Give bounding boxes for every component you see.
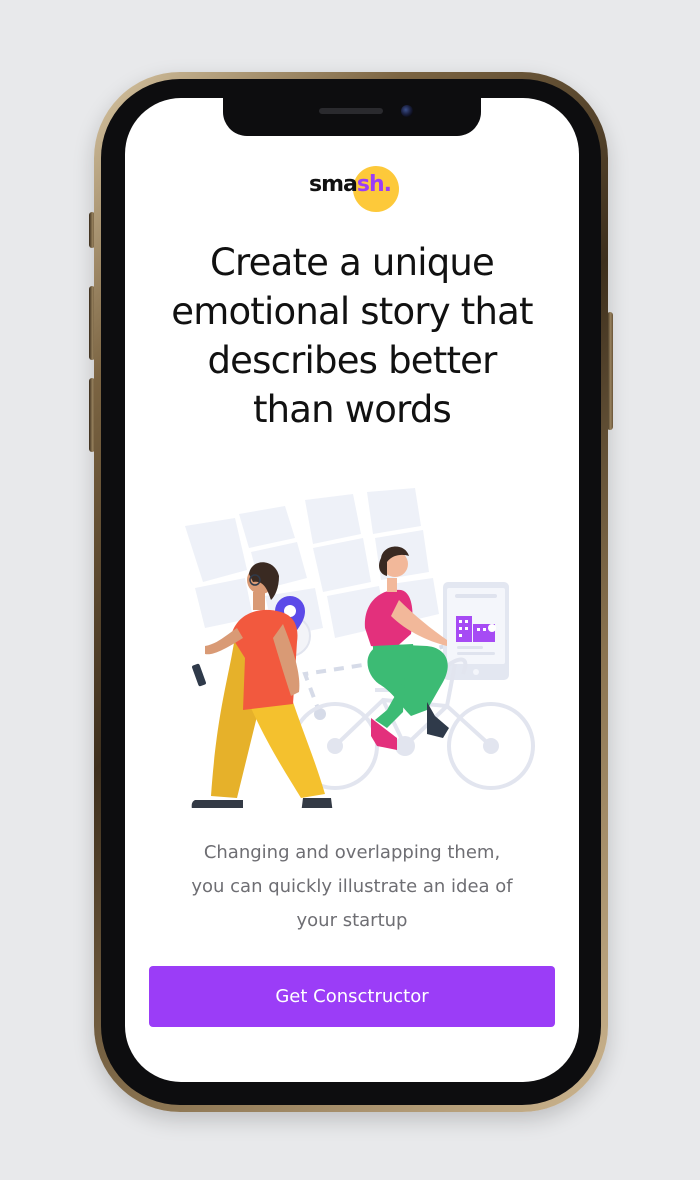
headline: Create a unique emotional story that des… (135, 238, 569, 434)
description-line: your startup (296, 910, 408, 931)
cyclist-woman (364, 546, 449, 750)
notch (223, 98, 481, 136)
hero-illustration (185, 488, 535, 808)
logo-text-accent: sh. (356, 172, 392, 197)
speaker-grille (319, 108, 383, 114)
logo: smash. (309, 166, 409, 214)
get-constructor-button[interactable]: Get Consctructor (149, 966, 555, 1027)
description-line: you can quickly illustrate an idea of (191, 876, 513, 897)
bicycle-hub (483, 738, 499, 754)
logo-text: smash. (309, 172, 392, 197)
headline-line: Create a unique (209, 241, 495, 284)
headline-line: describes better (207, 339, 497, 382)
description-line: Changing and overlapping them, (203, 842, 501, 863)
headline-line: than words (252, 388, 452, 431)
bicycle-crank (395, 736, 415, 756)
logo-text-prefix: sma (309, 172, 358, 197)
stage: smash. Create a unique emotional story t… (0, 0, 700, 1180)
bicycle-hub (327, 738, 343, 754)
front-camera (401, 105, 413, 117)
description: Changing and overlapping them, you can q… (155, 836, 549, 938)
phone-screen: smash. Create a unique emotional story t… (125, 98, 579, 1082)
headline-line: emotional story that (171, 290, 533, 333)
